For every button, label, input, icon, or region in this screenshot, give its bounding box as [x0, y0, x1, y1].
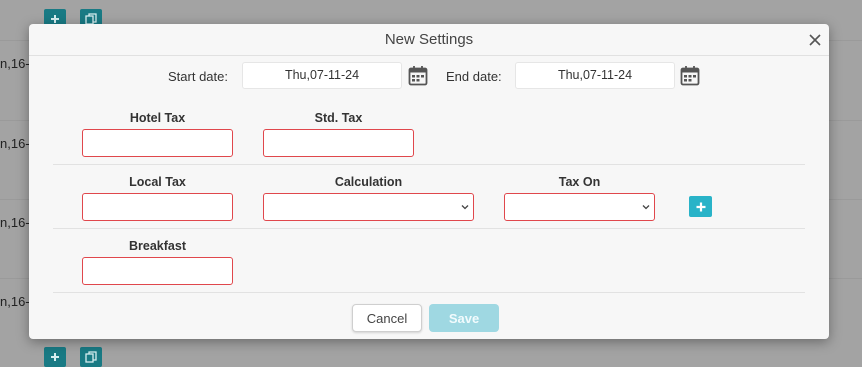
plus-icon: [51, 15, 59, 23]
section-divider: [53, 292, 805, 293]
local-tax-input[interactable]: [82, 193, 233, 221]
breakfast-input[interactable]: [82, 257, 233, 285]
std-tax-input[interactable]: [263, 129, 414, 157]
calendar-icon: [680, 66, 700, 86]
calculation-label: Calculation: [334, 175, 403, 189]
bg-copy-button[interactable]: [80, 347, 102, 367]
start-date-input[interactable]: Thu,07-11-24: [242, 62, 402, 89]
section-divider: [53, 164, 805, 165]
end-date-calendar-button[interactable]: [680, 65, 700, 86]
calendar-icon: [408, 66, 428, 86]
bg-add-button[interactable]: [44, 347, 66, 367]
tax-on-select[interactable]: [504, 193, 655, 221]
copy-icon: [85, 351, 97, 363]
add-tax-row-button[interactable]: [689, 196, 712, 217]
end-date-label: End date:: [446, 69, 502, 84]
new-settings-dialog: New Settings Start date: Thu,07-11-24 En…: [29, 24, 829, 339]
start-date-calendar-button[interactable]: [408, 65, 428, 86]
section-divider: [53, 228, 805, 229]
breakfast-label: Breakfast: [129, 239, 186, 253]
std-tax-label: Std. Tax: [314, 111, 363, 125]
close-button[interactable]: [807, 32, 823, 48]
hotel-tax-input[interactable]: [82, 129, 233, 157]
plus-icon: [696, 202, 705, 211]
dialog-header: New Settings: [29, 24, 829, 56]
local-tax-label: Local Tax: [129, 175, 186, 189]
hotel-tax-label: Hotel Tax: [129, 111, 186, 125]
end-date-input[interactable]: Thu,07-11-24: [515, 62, 675, 89]
date-range-row: Start date: Thu,07-11-24 End date: Thu,0…: [29, 62, 829, 90]
cancel-button[interactable]: Cancel: [352, 304, 422, 332]
save-button[interactable]: Save: [429, 304, 499, 332]
start-date-label: Start date:: [168, 69, 228, 84]
chevron-down-icon: [461, 205, 469, 210]
plus-icon: [51, 353, 59, 361]
tax-on-label: Tax On: [558, 175, 601, 189]
calculation-select[interactable]: [263, 193, 474, 221]
close-icon: [809, 34, 821, 46]
chevron-down-icon: [642, 205, 650, 210]
dialog-title: New Settings: [384, 31, 474, 48]
